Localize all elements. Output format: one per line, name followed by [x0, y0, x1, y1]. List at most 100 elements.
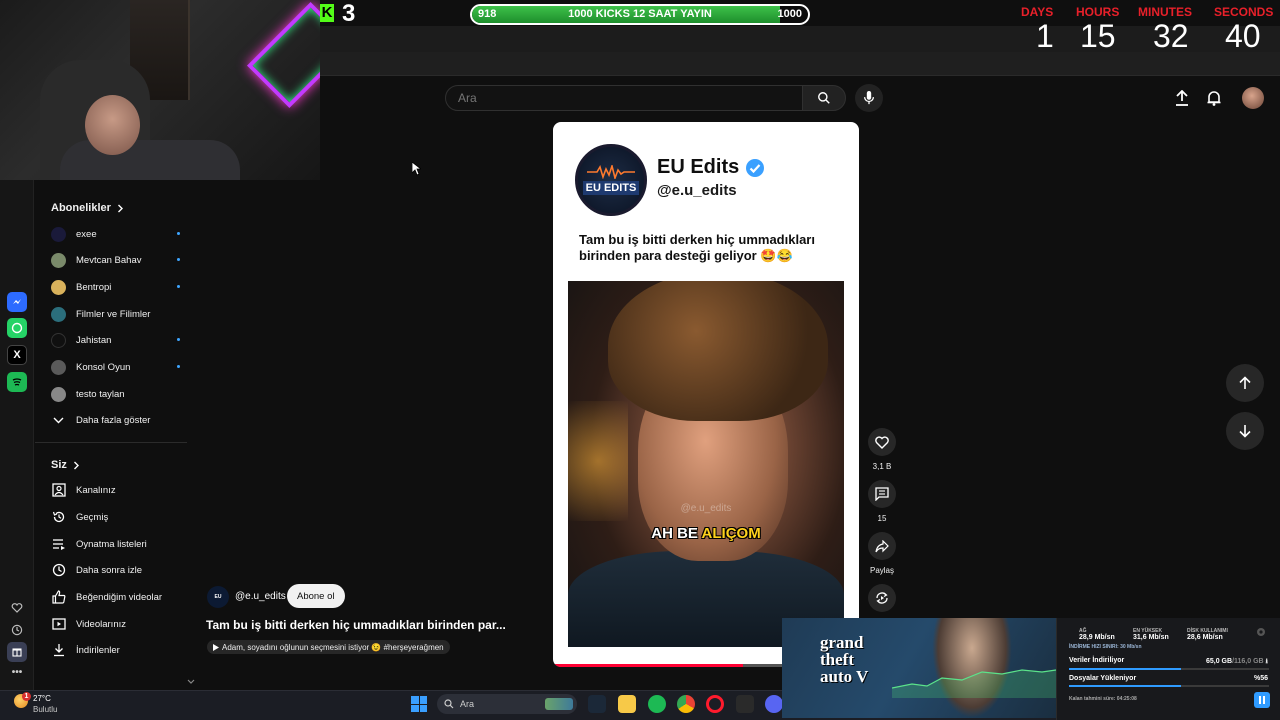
comments-button[interactable]	[868, 480, 896, 508]
search-input[interactable]	[446, 86, 802, 110]
sidebar-item-history[interactable]: Geçmiş	[51, 505, 186, 529]
bell-icon	[1207, 91, 1221, 106]
peak-value: 31,6 Mb/sn	[1133, 634, 1169, 641]
countdown-hours: 15	[1080, 18, 1116, 54]
x-twitter-icon[interactable]: X	[7, 345, 27, 365]
sidebar-sub-mevtcan-bahav[interactable]: Mevtcan Bahav	[51, 248, 186, 272]
extensions-icon[interactable]	[7, 642, 27, 662]
search-box[interactable]	[445, 85, 803, 111]
sidebar-item-playlists[interactable]: Oynatma listeleri	[51, 532, 186, 556]
sidebar-item-your-channel[interactable]: Kanalınız	[51, 478, 186, 502]
eu-edits-logo: EU EDITS	[575, 144, 647, 216]
settings-gear-icon[interactable]	[1256, 627, 1266, 637]
you-header[interactable]: Siz	[51, 459, 80, 471]
whatsapp-icon[interactable]	[7, 318, 27, 338]
show-more-button[interactable]: Daha fazla göster	[51, 408, 186, 432]
sound-label: Adam, soyadını oğlunun seçmesini istiyor…	[222, 642, 444, 652]
previous-short-button[interactable]	[1226, 364, 1264, 402]
favorites-icon[interactable]	[7, 598, 27, 618]
card-channel-name: EU Edits	[657, 156, 765, 179]
sound-wave-icon	[587, 165, 635, 179]
sidebar-sub-exee[interactable]: exee	[51, 222, 186, 246]
card-name-text: EU Edits	[657, 156, 740, 178]
short-video-player[interactable]: EU EDITS EU Edits @e.u_edits Tam bu iş b…	[553, 122, 859, 667]
video-frame: @e.u_edits AH BE ALIÇOM	[568, 281, 844, 647]
sidebar-sub-filmler[interactable]: Filmler ve Filimler	[51, 302, 186, 326]
webcam-overlay	[0, 0, 320, 180]
chevron-right-icon	[73, 461, 79, 469]
epic-games-icon[interactable]	[736, 695, 754, 713]
gta-logo: grand theft auto V	[820, 633, 869, 686]
remix-icon	[876, 592, 888, 604]
subscriptions-header[interactable]: Abonelikler	[51, 202, 124, 214]
mic-icon	[863, 91, 875, 105]
steam-icon[interactable]	[588, 695, 606, 713]
speed-limit: İNDİRME HIZI SINIRI: 30 Mb/sn	[1069, 644, 1142, 650]
share-label: Paylaş	[869, 566, 894, 575]
arrow-up-icon	[1239, 376, 1251, 389]
account-avatar[interactable]	[1242, 87, 1264, 109]
sidebar-item-label: Videolarınız	[76, 618, 126, 630]
sidebar-sub-testo-taylan[interactable]: testo taylan	[51, 382, 186, 406]
sidebar-item-label: Beğendiğim videolar	[76, 591, 163, 603]
channel-avatar	[51, 306, 66, 322]
search-button[interactable]	[802, 85, 846, 111]
upload-progress-fill	[1069, 685, 1181, 687]
video-watermark: @e.u_edits	[680, 503, 732, 514]
disk-value: 28,6 Mb/sn	[1187, 634, 1223, 641]
sidebar-sub-jahistan[interactable]: Jahistan	[51, 328, 186, 352]
sidebar-item-label: Bentropi	[76, 281, 112, 293]
pause-download-button[interactable]	[1254, 692, 1270, 708]
heart-icon	[875, 435, 889, 449]
channel-avatar[interactable]: EU	[207, 586, 229, 608]
scroll-down-arrow-icon[interactable]	[187, 679, 195, 685]
downloaded-size: 65,0 GB	[1205, 658, 1233, 665]
subscriptions-title: Abonelikler	[51, 202, 111, 214]
notifications-button[interactable]	[1202, 87, 1226, 109]
sidebar-item-label: Kanalınız	[76, 484, 116, 496]
spotify-taskbar-icon[interactable]	[648, 695, 666, 713]
chrome-icon[interactable]	[677, 695, 695, 713]
sidebar-item-liked-videos[interactable]: Beğendiğim videolar	[51, 585, 186, 609]
subtitle-yellow: ALIÇOM	[701, 525, 761, 542]
weather-description[interactable]: Bulutlu	[33, 705, 57, 714]
messenger-icon[interactable]	[7, 292, 27, 312]
opera-icon[interactable]	[706, 695, 724, 713]
pause-icon	[1259, 696, 1265, 704]
remix-button[interactable]	[868, 584, 896, 612]
like-button[interactable]	[868, 428, 896, 456]
sidebar-sub-konsol-oyun[interactable]: Konsol Oyun	[51, 355, 186, 379]
card-caption: Tam bu iş bitti derken hiç ummadıkları b…	[579, 232, 815, 263]
countdown-seconds: 40	[1225, 18, 1261, 54]
subscribe-button[interactable]: Abone ol	[287, 584, 345, 608]
yt-sidebar: Abonelikler exee Mevtcan Bahav Bentropi …	[35, 180, 195, 690]
verified-badge-icon	[746, 158, 765, 177]
short-title[interactable]: Tam bu iş bitti derken hiç ummadıkları b…	[206, 618, 506, 632]
file-explorer-icon[interactable]	[618, 695, 636, 713]
windows-start-icon[interactable]	[411, 696, 427, 712]
sidebar-item-watch-later[interactable]: Daha sonra izle	[51, 558, 186, 582]
total-size: /116,0 GB	[1232, 658, 1264, 665]
history-dock-icon[interactable]	[7, 620, 27, 640]
spotify-icon[interactable]	[7, 372, 27, 392]
taskbar-search[interactable]: Ara	[437, 694, 577, 714]
weather-temperature[interactable]: 27°C	[33, 694, 51, 703]
kick-logo-icon: K	[320, 4, 334, 22]
browser-tab-strip	[320, 26, 1280, 52]
share-button[interactable]	[868, 532, 896, 560]
history-icon	[51, 510, 66, 525]
create-button[interactable]	[1170, 87, 1194, 109]
voice-search-button[interactable]	[855, 84, 883, 112]
comment-count: 15	[877, 514, 887, 523]
sound-chip[interactable]: Adam, soyadını oğlunun seçmesini istiyor…	[207, 640, 450, 654]
sidebar-item-your-videos[interactable]: Videolarınız	[51, 612, 186, 636]
discord-icon[interactable]	[765, 695, 783, 713]
more-dock-icon[interactable]: •••	[7, 662, 27, 682]
next-short-button[interactable]	[1226, 412, 1264, 450]
comment-icon	[875, 487, 889, 501]
channel-handle[interactable]: @e.u_edits	[235, 591, 286, 602]
row-uploading-label: Dosyalar Yükleniyor	[1069, 675, 1137, 682]
sidebar-item-downloads[interactable]: İndirilenler	[51, 638, 186, 662]
taskbar-search-label: Ara	[460, 699, 475, 709]
sidebar-sub-bentropi[interactable]: Bentropi	[51, 275, 186, 299]
